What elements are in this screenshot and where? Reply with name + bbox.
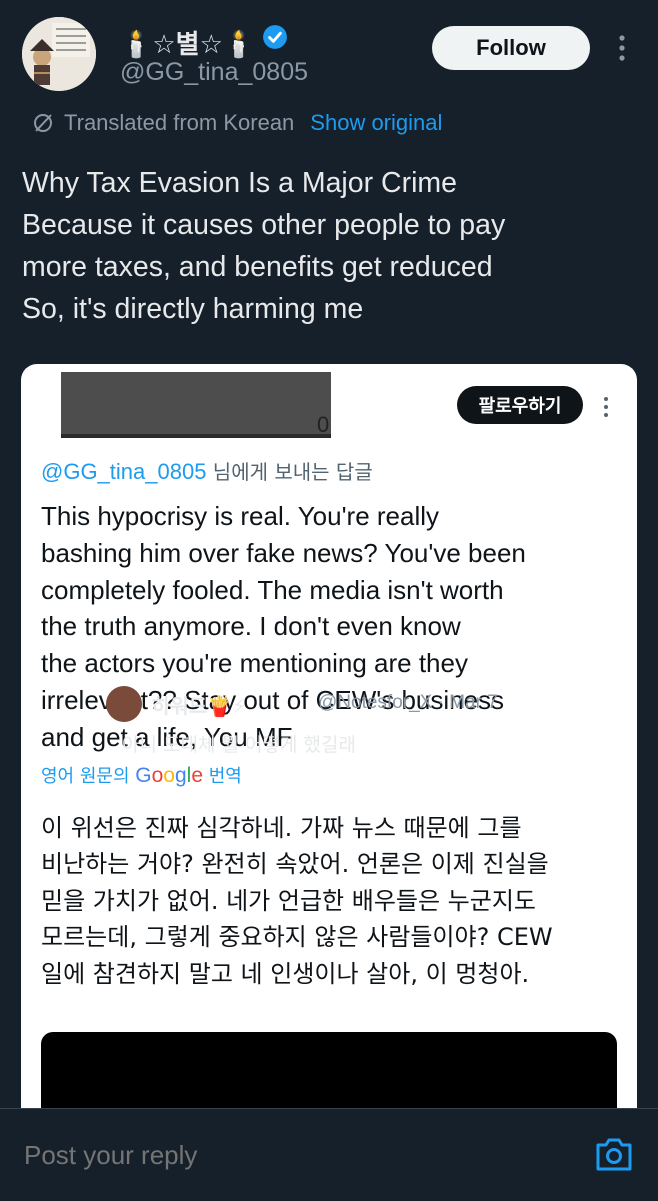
follow-button[interactable]: Follow (432, 26, 590, 70)
author-display-name[interactable]: 🕯️☆별☆🕯️ (120, 24, 255, 61)
korean-line: 모르는데, 그렇게 중요하지 않은 사람들이야? CEW (41, 923, 553, 952)
reply-line: the truth anymore. I don't even know (41, 611, 461, 642)
tweet-line: more taxes, and benefits get reduced (22, 251, 493, 283)
tweet-text: Why Tax Evasion Is a Major Crime Because… (22, 162, 642, 330)
gt-suffix: 번역 (203, 766, 242, 787)
author-handle[interactable]: @GG_tina_0805 (120, 58, 308, 87)
tweet-line: So, it's directly harming me (22, 293, 364, 325)
translation-row: Translated from Korean Show original (32, 108, 442, 138)
reply-bar (0, 1108, 658, 1201)
korean-line: 믿을 가치가 없어. 네가 언급한 배우들은 누군지도 (41, 886, 537, 915)
translated-label: Translated from Korean (64, 110, 295, 135)
reply-suffix: 님에게 보내는 답글 (206, 460, 373, 484)
gt-prefix: 영어 원문의 (41, 766, 136, 787)
tweet-header: 🕯️☆별☆🕯️ @GG_tina_0805 Follow (0, 0, 658, 100)
korean-line: 이 위선은 진짜 심각하네. 가짜 뉴스 때문에 그를 (41, 814, 522, 842)
screenshot-more-icon (604, 397, 608, 417)
quoted-avatar (106, 686, 142, 722)
translate-off-icon (34, 114, 52, 132)
replying-to-line: @GG_tina_0805 님에게 보내는 답글 (41, 456, 373, 485)
avatar-illustration-icon (22, 17, 96, 91)
quoted-name: 하워드🍟⚡ (152, 694, 247, 718)
quoted-handle: @Notesfor_X · Mar 7 (318, 692, 498, 713)
verified-badge-icon (263, 25, 287, 49)
reply-line: This hypocrisy is real. You're really (41, 501, 440, 531)
tweet-line: Why Tax Evasion Is a Major Crime (22, 167, 458, 199)
screenshot-follow-button: 팔로우하기 (457, 386, 583, 424)
korean-line: 일에 참견하지 말고 네 인생이나 살아, 이 멍청아. (41, 959, 530, 988)
more-options-icon[interactable] (612, 30, 632, 66)
author-avatar[interactable] (22, 17, 96, 91)
korean-translation: 이 위선은 진짜 심각하네. 가짜 뉴스 때문에 그를 비난하는 거야? 완전히… (41, 810, 631, 992)
reply-input[interactable] (22, 1139, 566, 1172)
reply-mention: @GG_tina_0805 (41, 459, 207, 484)
quoted-text: 아니 도대체 뭘 어떻게 했길래 (122, 734, 356, 756)
reply-line: bashing him over fake news? You've been (41, 537, 526, 568)
tweet-line: Because it causes other people to pay (22, 209, 506, 241)
reply-line: completely fooled. The media isn't worth (41, 574, 504, 605)
reply-line: the actors you're mentioning are they (41, 648, 468, 679)
camera-icon[interactable] (594, 1135, 634, 1173)
redacted-name-tail: 0 (317, 412, 330, 437)
google-logo: Google (135, 764, 204, 787)
google-translate-label: 영어 원문의 Google 번역 (41, 762, 242, 788)
redaction-box (61, 372, 331, 438)
show-original-link[interactable]: Show original (310, 110, 442, 136)
korean-line: 비난하는 거야? 완전히 속았어. 언론은 이제 진실을 (41, 850, 549, 879)
